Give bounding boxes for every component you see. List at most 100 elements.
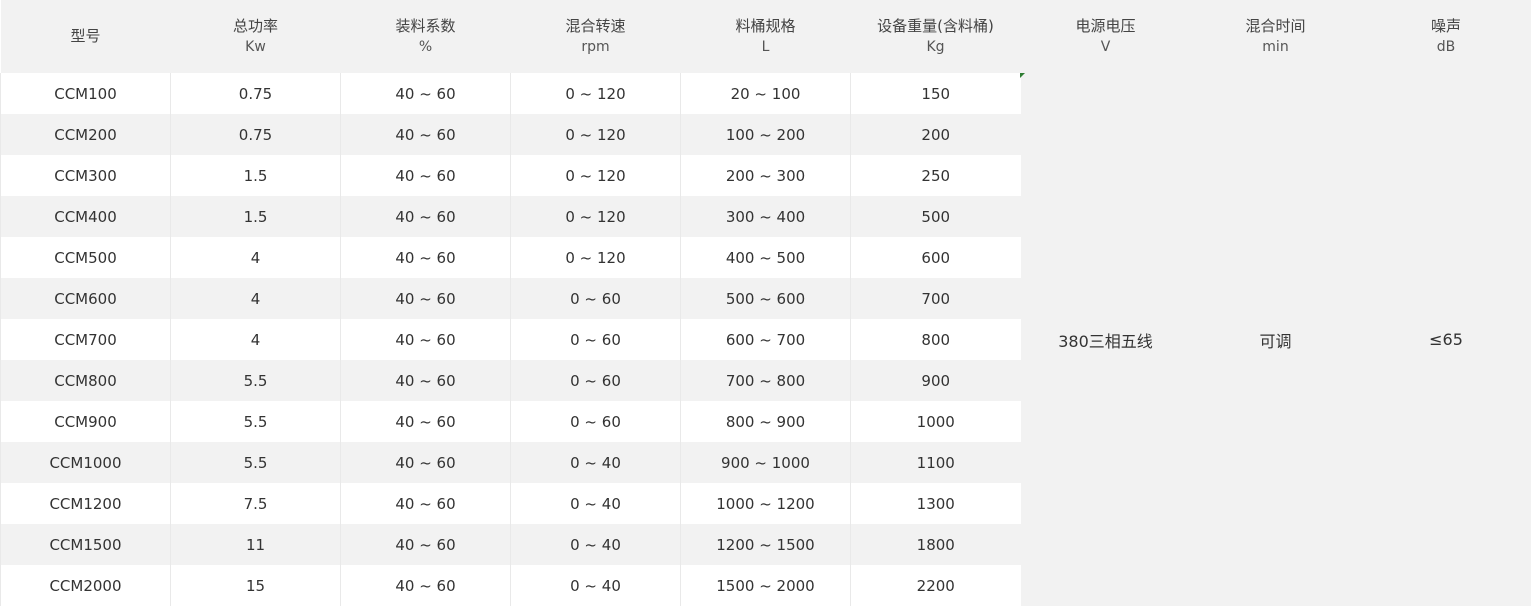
cell-model: CCM1000 [0,442,171,483]
cell-fill: 40 ~ 60 [340,360,511,401]
column-header-label: 混合转速 [565,16,626,35]
cell-power: 4 [170,319,341,360]
cell-speed: 0 ~ 60 [510,401,681,442]
column-header-unit: L [761,38,770,55]
column-header-label: 料桶规格 [735,16,796,35]
cell-power: 11 [170,524,341,565]
cell-voltage: 380三相五线 [1020,73,1191,606]
spec-table: 型号 总功率 Kw 装料系数% 混合转速 rpm 料桶规格 L 设备重量(含料桶) Kg 电源电压 V… [0,0,1531,606]
cell-speed: 0 ~ 120 [510,237,681,278]
cell-fill: 40 ~ 60 [340,114,511,155]
cell-bucket: 500 ~ 600 [680,278,851,319]
column-header-model: 型号 [0,0,171,73]
cell-fill: 40 ~ 60 [340,73,511,114]
cell-weight: 1100 [850,442,1021,483]
cell-bucket: 700 ~ 800 [680,360,851,401]
cell-power: 4 [170,278,341,319]
column-header-label: 噪声 [1430,16,1461,35]
cell-weight: 150 [850,73,1021,114]
cell-speed: 0 ~ 120 [510,114,681,155]
cell-bucket: 800 ~ 900 [680,401,851,442]
cell-weight: 800 [850,319,1021,360]
cell-power: 15 [170,565,341,606]
cell-fill: 40 ~ 60 [340,237,511,278]
cell-fill: 40 ~ 60 [340,442,511,483]
cell-speed: 0 ~ 120 [510,196,681,237]
cell-bucket: 1500 ~ 2000 [680,565,851,606]
cell-model: CCM600 [0,278,171,319]
cell-mix-time: 可调 [1190,73,1361,606]
cell-bucket: 600 ~ 700 [680,319,851,360]
cell-model: CCM300 [0,155,171,196]
column-header-voltage: 电源电压 V [1020,0,1191,73]
column-header-label: 电源电压 [1075,16,1136,35]
column-header-unit: dB [1436,38,1456,55]
cell-speed: 0 ~ 120 [510,73,681,114]
cell-model: CCM2000 [0,565,171,606]
cell-speed: 0 ~ 40 [510,524,681,565]
column-header-bucket: 料桶规格 L [680,0,851,73]
cell-power: 5.5 [170,442,341,483]
cell-speed: 0 ~ 40 [510,483,681,524]
column-header-unit: rpm [581,38,610,55]
column-header-speed: 混合转速 rpm [510,0,681,73]
cell-speed: 0 ~ 40 [510,442,681,483]
column-header-label: 型号 [70,27,101,45]
cell-speed: 0 ~ 60 [510,278,681,319]
cell-bucket: 100 ~ 200 [680,114,851,155]
cell-speed: 0 ~ 40 [510,565,681,606]
table-body: CCM100 0.75 40 ~ 60 0 ~ 120 20 ~ 100 150 380三相… [0,73,1531,606]
cell-power: 1.5 [170,155,341,196]
cell-power: 0.75 [170,114,341,155]
cell-model: CCM800 [0,360,171,401]
cell-weight: 1800 [850,524,1021,565]
cell-model: CCM1500 [0,524,171,565]
cell-bucket: 1200 ~ 1500 [680,524,851,565]
column-header-label: 设备重量(含料桶) [877,16,994,35]
column-header-unit: % [418,38,433,55]
cell-bucket: 400 ~ 500 [680,237,851,278]
cell-fill: 40 ~ 60 [340,401,511,442]
cell-bucket: 200 ~ 300 [680,155,851,196]
column-header-mix-time: 混合时间 min [1190,0,1361,73]
cell-fill: 40 ~ 60 [340,524,511,565]
cell-power: 4 [170,237,341,278]
cell-weight: 200 [850,114,1021,155]
cell-bucket: 20 ~ 100 [680,73,851,114]
cell-model: CCM700 [0,319,171,360]
cell-model: CCM500 [0,237,171,278]
cell-weight: 1300 [850,483,1021,524]
cell-model: CCM200 [0,114,171,155]
cell-bucket: 300 ~ 400 [680,196,851,237]
column-header-weight: 设备重量(含料桶) Kg [850,0,1021,73]
cell-power: 0.75 [170,73,341,114]
cell-model: CCM400 [0,196,171,237]
column-header-unit: V [1100,38,1111,55]
cell-power: 5.5 [170,360,341,401]
cell-power: 1.5 [170,196,341,237]
table-row: CCM100 0.75 40 ~ 60 0 ~ 120 20 ~ 100 150 380三相… [0,73,1531,606]
header-row: 型号 总功率 Kw 装料系数% 混合转速 rpm 料桶规格 L 设备重量(含料桶) Kg 电源电压 V… [0,0,1531,73]
cell-bucket: 900 ~ 1000 [680,442,851,483]
cell-weight: 500 [850,196,1021,237]
cell-model: CCM100 [0,73,171,114]
cell-fill: 40 ~ 60 [340,319,511,360]
cell-noise: ≤65 [1360,73,1531,606]
cell-model: CCM900 [0,401,171,442]
cell-model: CCM1200 [0,483,171,524]
column-header-unit: Kg [926,38,945,55]
cell-power: 5.5 [170,401,341,442]
cell-weight: 2200 [850,565,1021,606]
column-header-label: 总功率 [232,16,278,35]
cell-weight: 700 [850,278,1021,319]
cell-weight: 1000 [850,401,1021,442]
cell-bucket: 1000 ~ 1200 [680,483,851,524]
cell-fill: 40 ~ 60 [340,196,511,237]
column-header-noise: 噪声 dB [1360,0,1531,73]
column-header-unit: min [1262,38,1289,55]
cell-corner-marker [1020,73,1025,78]
cell-weight: 600 [850,237,1021,278]
cell-speed: 0 ~ 60 [510,360,681,401]
cell-fill: 40 ~ 60 [340,565,511,606]
cell-speed: 0 ~ 60 [510,319,681,360]
